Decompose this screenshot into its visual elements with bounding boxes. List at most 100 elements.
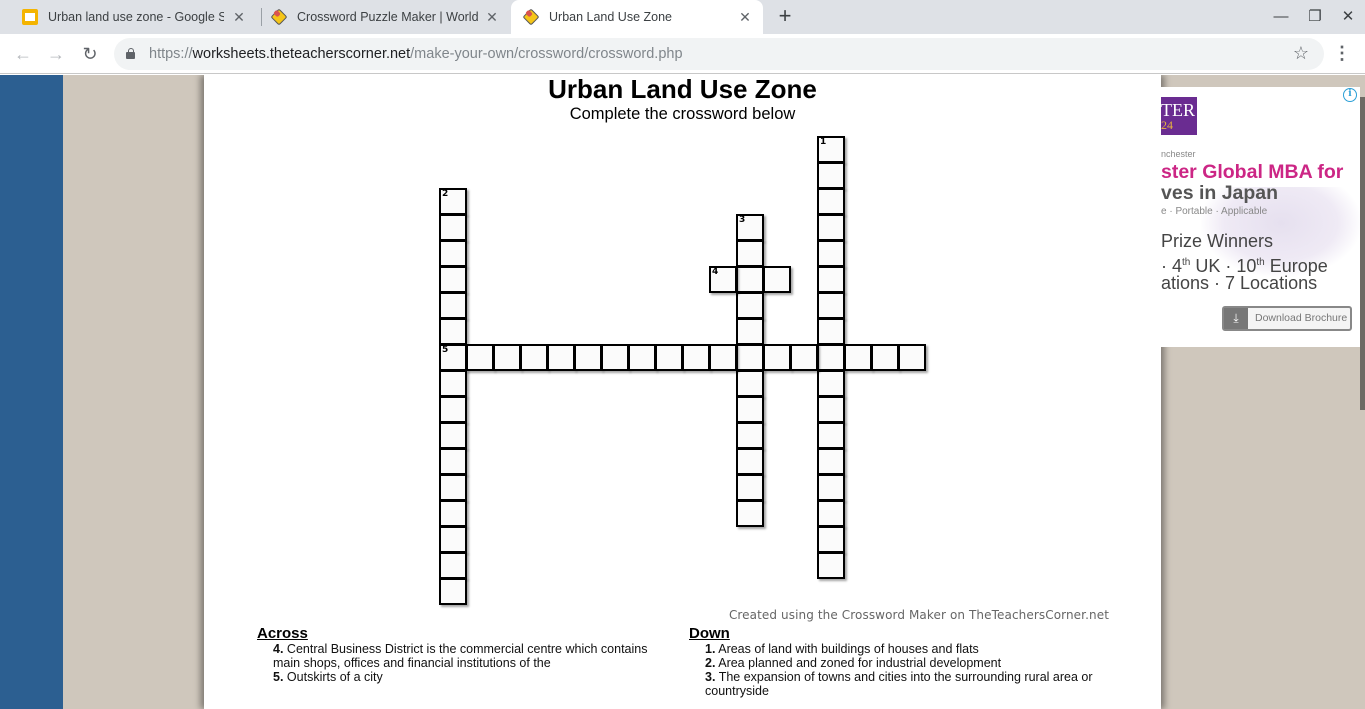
crossword-cell[interactable] — [817, 292, 845, 319]
crossword-cell[interactable] — [817, 526, 845, 553]
crossword-cell[interactable] — [871, 344, 899, 371]
crossword-cell[interactable] — [817, 396, 845, 423]
crossword-cell[interactable] — [736, 240, 764, 267]
crossword-cell[interactable] — [736, 396, 764, 423]
crossword-cell[interactable] — [736, 500, 764, 527]
tab-crossword-maker[interactable]: Crossword Puzzle Maker | World Class ✕ — [262, 0, 510, 34]
reload-button[interactable]: ↻ — [78, 42, 102, 66]
google-slides-icon — [22, 9, 38, 25]
crossword-cell[interactable] — [439, 422, 467, 449]
crossword-cell[interactable] — [736, 448, 764, 475]
lock-icon[interactable] — [126, 48, 135, 59]
crossword-cell[interactable] — [439, 448, 467, 475]
crossword-cell[interactable]: 5 — [439, 344, 467, 371]
crossword-cell[interactable] — [628, 344, 656, 371]
scrollbar-thumb[interactable] — [1360, 97, 1365, 410]
crossword-cell[interactable] — [736, 422, 764, 449]
crossword-cell[interactable] — [439, 214, 467, 241]
crossword-cell[interactable] — [466, 344, 494, 371]
crossword-cell[interactable]: 3 — [736, 214, 764, 241]
crossword-cell[interactable] — [439, 578, 467, 605]
crossword-cell[interactable] — [817, 162, 845, 189]
crossword-cell[interactable] — [817, 552, 845, 579]
page-subtitle: Complete the crossword below — [569, 105, 796, 123]
crossword-cell[interactable] — [439, 266, 467, 293]
address-bar[interactable]: https://worksheets.theteacherscorner.net… — [114, 38, 1324, 70]
advertisement[interactable]: TER 24 nchester ster Global MBA for ves i… — [1161, 87, 1365, 347]
crossword-cell[interactable] — [736, 474, 764, 501]
tab-urban-land-use-zone[interactable]: Urban Land Use Zone ✕ — [511, 0, 763, 34]
crossword-cell[interactable] — [736, 318, 764, 345]
crossword-cell[interactable] — [520, 344, 548, 371]
crossword-cell[interactable] — [844, 344, 872, 371]
bookmark-star-icon[interactable]: ☆ — [1293, 43, 1309, 64]
pencil-puzzle-icon — [270, 8, 288, 26]
vertical-scrollbar[interactable] — [1360, 75, 1365, 709]
crossword-cell[interactable] — [682, 344, 710, 371]
tab-label: Crossword Puzzle Maker | World Class — [297, 10, 479, 24]
across-clues: Across 4. Central Business District is t… — [257, 625, 667, 684]
crossword-cell[interactable] — [574, 344, 602, 371]
crossword-cell[interactable] — [763, 344, 791, 371]
crossword-cell[interactable] — [817, 188, 845, 215]
crossword-cell[interactable] — [439, 552, 467, 579]
crossword-cell[interactable] — [763, 266, 791, 293]
clue-number: 4. — [273, 642, 284, 656]
close-tab-icon[interactable]: ✕ — [231, 9, 247, 25]
crossword-cell[interactable] — [817, 370, 845, 397]
crossword-cell[interactable] — [439, 526, 467, 553]
crossword-cell[interactable] — [817, 500, 845, 527]
crossword-cell[interactable]: 4 — [709, 266, 737, 293]
crossword-cell[interactable] — [736, 344, 764, 371]
forward-button[interactable]: → — [44, 42, 68, 66]
left-decorative-band — [0, 75, 63, 709]
clue-number: 2. — [705, 656, 716, 670]
worksheet: Urban Land Use Zone Complete the crosswo… — [204, 75, 1161, 709]
crossword-cell[interactable] — [736, 266, 764, 293]
crossword-cell[interactable] — [736, 292, 764, 319]
crossword-cell[interactable] — [817, 422, 845, 449]
close-tab-icon[interactable]: ✕ — [484, 9, 500, 25]
restore-button[interactable]: ❐ — [1304, 6, 1326, 28]
crossword-cell[interactable] — [439, 500, 467, 527]
clue-number-label: 3 — [739, 215, 746, 225]
ad-info-icon[interactable]: i — [1343, 88, 1357, 102]
crossword-cell[interactable] — [439, 292, 467, 319]
crossword-cell[interactable] — [439, 370, 467, 397]
close-window-button[interactable]: ✕ — [1337, 6, 1359, 28]
crossword-cell[interactable]: 2 — [439, 188, 467, 215]
crossword-cell[interactable] — [439, 474, 467, 501]
browser-menu-icon[interactable]: ⋮ — [1333, 42, 1351, 66]
crossword-cell[interactable] — [817, 266, 845, 293]
crossword-cell[interactable] — [736, 370, 764, 397]
crossword-cell[interactable] — [601, 344, 629, 371]
crossword-cell[interactable] — [547, 344, 575, 371]
new-tab-button[interactable]: + — [774, 5, 796, 28]
crossword-cell[interactable] — [439, 318, 467, 345]
tab-google-slides[interactable]: Urban land use zone - Google Slides ✕ — [12, 0, 257, 34]
crossword-cell[interactable] — [439, 240, 467, 267]
crossword-cell[interactable] — [898, 344, 926, 371]
crossword-cell[interactable] — [817, 448, 845, 475]
crossword-cell[interactable] — [817, 240, 845, 267]
close-tab-icon[interactable]: ✕ — [737, 9, 753, 25]
crossword-cell[interactable]: 1 — [817, 136, 845, 163]
back-button[interactable]: ← — [11, 42, 35, 66]
clue-number: 3. — [705, 670, 716, 684]
crossword-cell[interactable] — [817, 344, 845, 371]
crossword-cell[interactable] — [817, 474, 845, 501]
crossword-cell[interactable] — [817, 214, 845, 241]
down-heading: Down — [689, 625, 730, 642]
ad-headline-2: ves in Japan — [1161, 182, 1279, 204]
crossword-cell[interactable] — [709, 344, 737, 371]
crossword-cell[interactable] — [493, 344, 521, 371]
clue-number-label: 2 — [442, 189, 449, 199]
download-brochure-button[interactable]: ⤓ Download Brochure — [1222, 306, 1352, 331]
clue-text: Outskirts of a city — [286, 670, 383, 684]
url-text[interactable]: https://worksheets.theteacherscorner.net… — [149, 46, 683, 62]
crossword-cell[interactable] — [655, 344, 683, 371]
crossword-cell[interactable] — [817, 318, 845, 345]
minimize-button[interactable]: — — [1270, 6, 1292, 28]
crossword-cell[interactable] — [439, 396, 467, 423]
crossword-cell[interactable] — [790, 344, 818, 371]
